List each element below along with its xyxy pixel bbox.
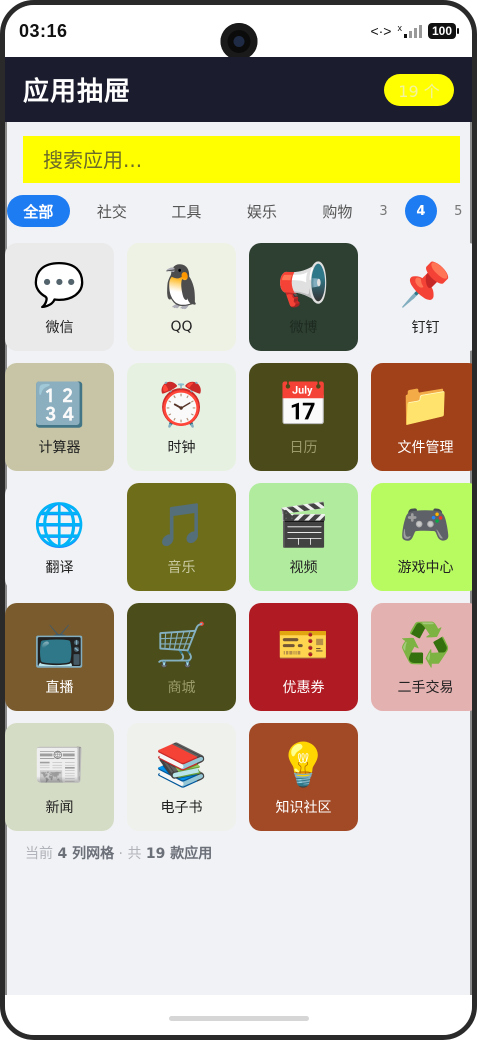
app-tile[interactable]: 💡 知识社区 (249, 723, 358, 831)
app-label: 商城 (167, 680, 196, 696)
column-option-3[interactable]: 3 (370, 195, 397, 227)
summary-prefix: 当前 (25, 846, 53, 862)
app-tile[interactable]: 📰 新闻 (5, 723, 114, 831)
app-label: 计算器 (38, 440, 81, 456)
pushpin-icon: 📌 (399, 260, 452, 309)
battery-icon: 100 (427, 23, 460, 39)
app-tile[interactable]: 🐧 QQ (127, 243, 236, 351)
app-label: 游戏中心 (397, 560, 454, 576)
page-title: 应用抽屉 (23, 77, 132, 107)
game-controller-icon: 🎮 (399, 500, 452, 549)
calendar-icon: 📅 (277, 380, 330, 429)
app-label: 微博 (289, 320, 318, 336)
summary-total: 19 款应用 (145, 846, 213, 862)
app-label: 音乐 (167, 560, 196, 576)
app-tile[interactable]: 📅 日历 (249, 363, 358, 471)
tab-entertainment[interactable]: 娱乐 (219, 195, 305, 227)
app-label: 翻译 (45, 560, 74, 576)
app-tile[interactable]: 📁 文件管理 (371, 363, 472, 471)
app-tile[interactable]: 🛒 商城 (127, 603, 236, 711)
app-tile[interactable]: 📢 微博 (249, 243, 358, 351)
recycle-icon: ♻️ (399, 620, 452, 669)
search-input[interactable] (23, 136, 460, 183)
television-icon: 📺 (33, 620, 86, 669)
grid-summary: 当前 4 列网格 · 共 19 款应用 (25, 843, 212, 863)
clapper-board-icon: 🎬 (277, 500, 330, 549)
globe-icon: 🌐 (33, 500, 86, 549)
app-label: 电子书 (160, 800, 203, 816)
app-label: 知识社区 (275, 800, 332, 816)
app-label: 微信 (45, 320, 74, 336)
summary-total-prefix: 共 (127, 846, 142, 862)
column-option-4[interactable]: 4 (405, 195, 437, 227)
front-camera (220, 23, 257, 60)
app-tile[interactable]: 📌 钉钉 (371, 243, 472, 351)
app-tile[interactable]: 📺 直播 (5, 603, 114, 711)
newspaper-icon: 📰 (33, 740, 86, 789)
tab-all[interactable]: 全部 (7, 195, 70, 227)
status-time: 03:16 (19, 20, 68, 41)
penguin-icon: 🐧 (155, 262, 208, 311)
music-note-icon: 🎵 (155, 500, 208, 549)
sim-icon: x (397, 23, 402, 33)
megaphone-icon: 📢 (277, 260, 330, 309)
status-bar: 03:16 <·> x 100 (5, 5, 472, 60)
summary-columns: 4 列网格 (57, 846, 115, 862)
tab-tools[interactable]: 工具 (154, 195, 219, 227)
signal-icon (403, 24, 422, 38)
app-label: 时钟 (167, 440, 196, 456)
app-tile[interactable]: 🎬 视频 (249, 483, 358, 591)
app-tile[interactable]: ⏰ 时钟 (127, 363, 236, 471)
app-tile[interactable]: ♻️ 二手交易 (371, 603, 472, 711)
app-label: 直播 (45, 680, 74, 696)
app-tile[interactable]: 🌐 翻译 (5, 483, 114, 591)
app-label: 二手交易 (397, 680, 454, 696)
speech-balloon-icon: 💬 (33, 260, 86, 309)
phone-screen: 03:16 <·> x 100 应用抽屉 19 个 全部 社交 工具 娱乐 购物… (0, 0, 477, 1040)
network-icon: <·> (370, 23, 392, 39)
summary-separator: · (118, 846, 123, 862)
app-tile[interactable]: 🔢 计算器 (5, 363, 114, 471)
input-numbers-icon: 🔢 (33, 380, 86, 429)
app-label: 钉钉 (411, 320, 440, 336)
gesture-area (5, 995, 472, 1035)
home-indicator[interactable] (168, 1016, 309, 1021)
app-count-badge: 19 个 (384, 73, 454, 106)
status-icons: <·> x 100 (370, 23, 460, 39)
column-option-5[interactable]: 5 (445, 195, 472, 227)
app-label: 视频 (289, 560, 318, 576)
app-tile[interactable]: 🎫 优惠券 (249, 603, 358, 711)
tab-social[interactable]: 社交 (70, 195, 154, 227)
app-label: 新闻 (45, 800, 74, 816)
alarm-clock-icon: ⏰ (155, 380, 208, 429)
folder-icon: 📁 (399, 380, 452, 429)
tab-shopping[interactable]: 购物 (305, 195, 370, 227)
app-tile[interactable]: 📚 电子书 (127, 723, 236, 831)
light-bulb-icon: 💡 (277, 740, 330, 789)
app-tile[interactable]: 💬 微信 (5, 243, 114, 351)
app-header: 应用抽屉 19 个 (5, 57, 472, 122)
category-tabs: 全部 社交 工具 娱乐 购物 3 4 5 (5, 194, 472, 228)
ticket-icon: 🎫 (277, 620, 330, 669)
shopping-cart-icon: 🛒 (155, 620, 208, 669)
app-tile[interactable]: 🎮 游戏中心 (371, 483, 472, 591)
books-icon: 📚 (155, 740, 208, 789)
app-tile[interactable]: 🎵 音乐 (127, 483, 236, 591)
app-label: QQ (170, 319, 193, 335)
app-label: 优惠券 (282, 680, 325, 696)
app-label: 文件管理 (397, 440, 454, 456)
app-label: 日历 (289, 440, 318, 456)
